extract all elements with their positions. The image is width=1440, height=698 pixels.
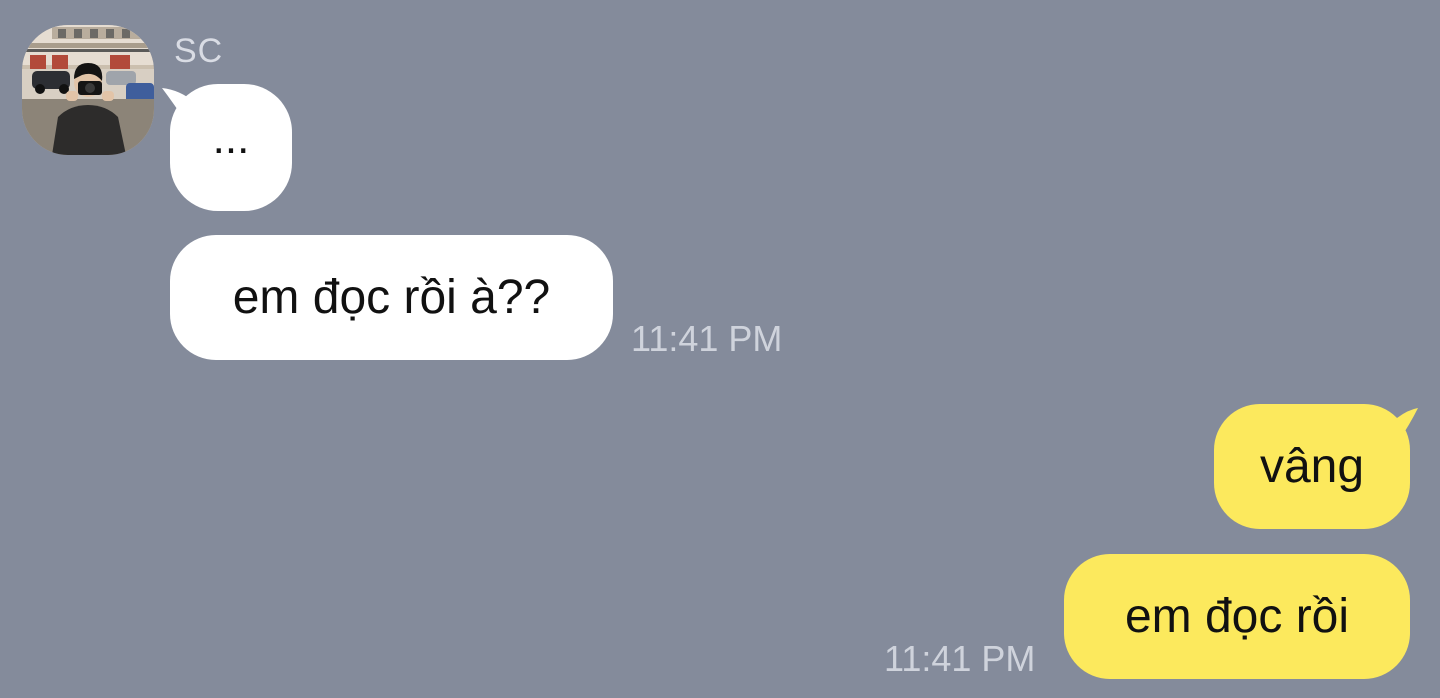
message-bubble-incoming[interactable]: em đọc rồi à??: [170, 235, 613, 360]
message-timestamp: 11:41 PM: [631, 318, 783, 359]
message-text: em đọc rồi: [1124, 590, 1350, 643]
contact-avatar[interactable]: [22, 25, 154, 155]
contact-name: SC: [174, 32, 224, 70]
message-bubble-outgoing[interactable]: vâng: [1214, 404, 1410, 529]
message-text: vâng: [1259, 440, 1365, 493]
message-bubble-outgoing[interactable]: em đọc rồi: [1064, 554, 1410, 679]
message-text: em đọc rồi à??: [232, 271, 551, 324]
message-timestamp: 11:41 PM: [884, 638, 1036, 679]
avatar-photo-icon: [22, 25, 154, 155]
message-text: ...: [212, 113, 250, 163]
chat-area[interactable]: SC ... em đọc rồi à?? 11:41 PM vâng 11:4…: [0, 0, 1440, 698]
message-bubble-incoming[interactable]: ...: [170, 84, 292, 211]
